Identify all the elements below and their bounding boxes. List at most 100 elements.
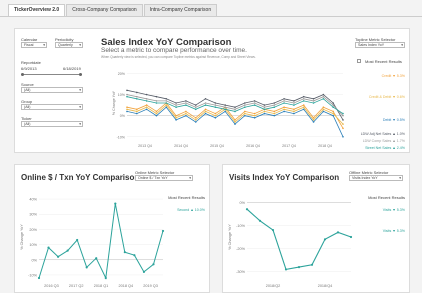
data-point [322,106,325,109]
periodicity-dropdown[interactable]: Quarterly ▾ [55,42,83,48]
data-point [284,268,288,271]
data-point [283,100,285,102]
visits-line-chart: -30% -20% -10% 0% % Change YoY 2018/Q2 2018/Q4 [228,201,353,288]
legend-street-net-sales: Street Net Sales ▲ 2.4% [365,146,405,150]
data-point [253,100,256,102]
data-point [214,106,217,109]
date-range-slider[interactable] [22,74,82,75]
x-tick-label: 2018 Q1 [94,284,109,288]
data-point [224,106,226,109]
data-point [244,106,246,109]
data-point [322,97,325,100]
data-point [136,112,138,115]
data-point [302,104,305,106]
slider-start-handle[interactable] [21,73,24,76]
data-point [293,110,295,113]
y-tick-label: 20% [118,72,126,76]
data-point [302,100,305,102]
most-recent-checkbox[interactable] [357,59,361,63]
ticker-dropdown[interactable]: (All) ▾ [21,121,83,127]
data-point [297,266,301,269]
y-tick-label: -10% [28,273,37,277]
online-selector-dropdown[interactable]: Online $ / Txn YoY ▾ [135,175,193,181]
online-selector-value: Online $ / Txn YoY [138,176,168,180]
legend-debit: Debit ▼ 0.5% [382,118,405,122]
data-point [145,108,148,111]
calendar-dropdown[interactable]: Fiscal ▾ [21,42,47,48]
data-point [234,110,236,113]
data-point [155,95,158,98]
sales-chart-note: When Quarterly view is selected, you can… [101,55,256,59]
data-point [283,110,285,113]
topline-selector-dropdown[interactable]: Sales Index YoY ▾ [355,42,405,48]
data-point [47,246,50,249]
data-point [204,108,207,111]
data-point [234,119,236,121]
tab-cross-company[interactable]: Cross-Company Comparison [66,4,143,16]
data-point [194,104,197,106]
data-point [155,110,158,113]
data-point [185,102,187,104]
data-point [204,102,207,104]
data-point [332,114,334,117]
data-point [165,106,168,109]
data-point [175,102,177,104]
online-most-recent-label: Most Recent Results [168,195,205,200]
report-start-date: 6/9/2013 [21,66,37,71]
tab-divider [0,16,422,17]
sales-line-chart: -10% 0% 10% 20% % Change YoY 2013 Q4 2014 Q4 20… [112,72,344,148]
x-tick-label: 2018/Q4 [318,284,333,288]
chevron-down-icon: ▾ [189,176,191,180]
data-point [145,97,148,100]
slider-end-handle[interactable] [79,73,82,76]
data-point [224,104,226,106]
data-point [302,106,305,109]
x-tick-label: 2018 Q4 [119,284,134,288]
reportdate-label: Reportdate [21,60,41,65]
tab-ticker-overview[interactable]: TickerOverview 2.0 [8,4,66,16]
data-point [126,95,128,98]
data-point [165,97,168,100]
topline-selector-value: Sales Index YoY [358,43,385,47]
y-tick-label: 0% [32,258,38,262]
legend-ldw-comp-sales: LDW Comp Sales ▲ 1.7% [362,139,405,143]
data-point [283,97,285,100]
data-point [161,229,165,233]
y-tick-label: 10% [29,243,37,247]
offline-selector-dropdown[interactable]: Visits Index YoY ▾ [349,175,403,181]
data-point [244,102,246,104]
tab-intra-company[interactable]: Intra-Company Comparison [143,4,218,16]
source-dropdown[interactable]: (All) ▾ [21,87,83,93]
y-tick-label: 0% [240,201,246,205]
data-point [302,108,305,111]
x-tick-label: 2018/Q2 [266,284,281,288]
data-point [312,102,315,104]
data-point [234,106,236,109]
x-tick-label: 2014 Q4 [174,144,188,148]
visits-chart-title: Visits Index YoY Comparison [229,173,340,182]
data-point [136,91,138,94]
calendar-value: Fiscal [24,43,34,47]
data-point [76,238,79,242]
group-dropdown[interactable]: (All) ▾ [21,104,83,110]
data-point [253,114,256,117]
y-axis-label: % Change YoY [228,224,232,250]
data-point [175,114,177,117]
data-point [165,100,168,102]
data-point [214,104,217,106]
y-tick-label: -20% [236,247,245,251]
data-point [66,249,69,252]
data-point [245,208,249,211]
periodicity-value: Quarterly [58,43,73,47]
data-point [95,257,98,260]
data-point [37,276,41,280]
data-point [323,238,327,241]
data-point [258,219,262,222]
data-point [342,127,344,130]
data-point [85,266,88,269]
y-axis-label: % Change YoY [112,90,116,115]
visits-most-recent-label: Most Recent Results [368,195,405,200]
data-point [273,104,276,106]
data-point [185,104,187,106]
data-point [263,106,266,109]
